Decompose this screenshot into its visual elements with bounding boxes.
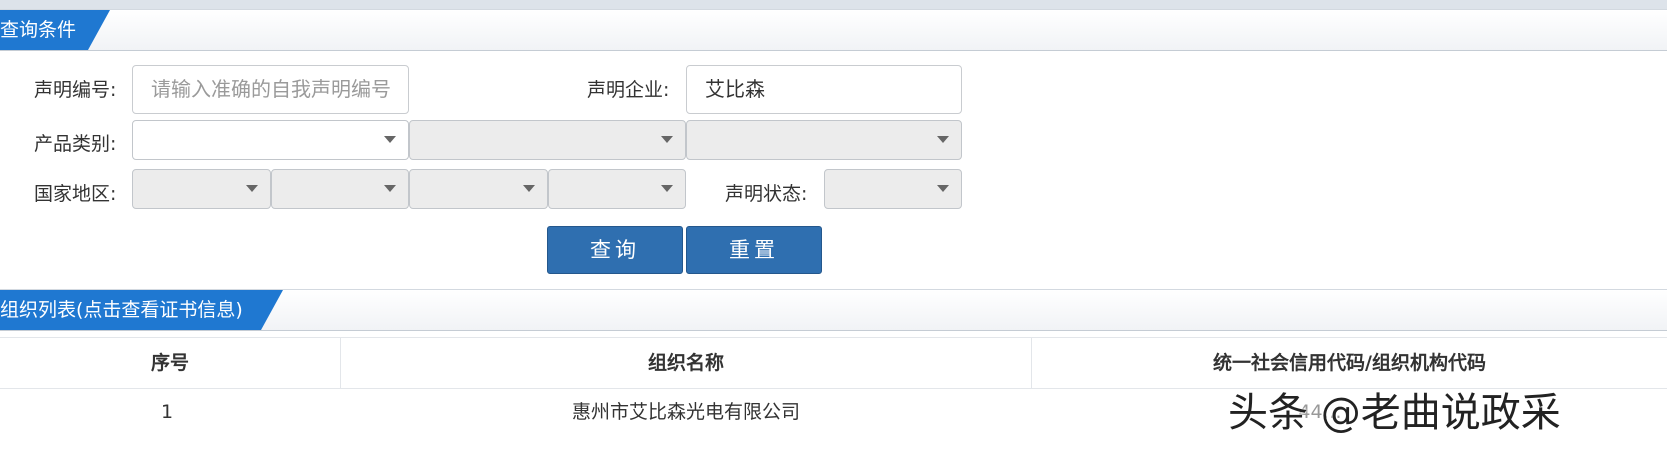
column-header-index: 序号 bbox=[150, 352, 189, 374]
query-panel-header: 查询条件 bbox=[0, 9, 1667, 51]
chevron-down-icon bbox=[661, 136, 673, 143]
chevron-down-icon bbox=[384, 185, 396, 192]
query-panel-title: 查询条件 bbox=[0, 10, 110, 50]
list-panel-header: 组织列表(点击查看证书信息) bbox=[0, 289, 1667, 331]
enterprise-input[interactable]: 艾比森 bbox=[686, 65, 962, 114]
chevron-down-icon bbox=[246, 185, 258, 192]
product-category-select-3[interactable] bbox=[686, 120, 962, 160]
declaration-no-input[interactable]: 请输入准确的自我声明编号 bbox=[132, 65, 409, 114]
status-select[interactable] bbox=[824, 169, 962, 209]
region-select-1[interactable] bbox=[132, 169, 271, 209]
list-panel-title: 组织列表(点击查看证书信息) bbox=[0, 290, 283, 330]
row-index: 1 bbox=[160, 401, 174, 423]
chevron-down-icon bbox=[937, 185, 949, 192]
declaration-no-label: 声明编号: bbox=[34, 79, 117, 101]
region-select-4[interactable] bbox=[548, 169, 686, 209]
row-org-name[interactable]: 惠州市艾比森光电有限公司 bbox=[341, 398, 1031, 426]
product-category-label: 产品类别: bbox=[34, 133, 117, 155]
region-label: 国家地区: bbox=[34, 183, 117, 205]
region-select-3[interactable] bbox=[409, 169, 548, 209]
product-category-select-2[interactable] bbox=[409, 120, 686, 160]
enterprise-label: 声明企业: bbox=[587, 79, 670, 101]
reset-button[interactable]: 重置 bbox=[686, 226, 822, 274]
chevron-down-icon bbox=[937, 136, 949, 143]
region-select-2[interactable] bbox=[271, 169, 409, 209]
chevron-down-icon bbox=[384, 136, 396, 143]
column-header-name: 组织名称 bbox=[647, 352, 724, 374]
chevron-down-icon bbox=[523, 185, 535, 192]
status-label: 声明状态: bbox=[725, 183, 808, 205]
product-category-select-1[interactable] bbox=[132, 120, 409, 160]
query-button[interactable]: 查询 bbox=[547, 226, 683, 274]
chevron-down-icon bbox=[661, 185, 673, 192]
watermark: 头条 @老曲说政采 bbox=[1228, 390, 1561, 436]
